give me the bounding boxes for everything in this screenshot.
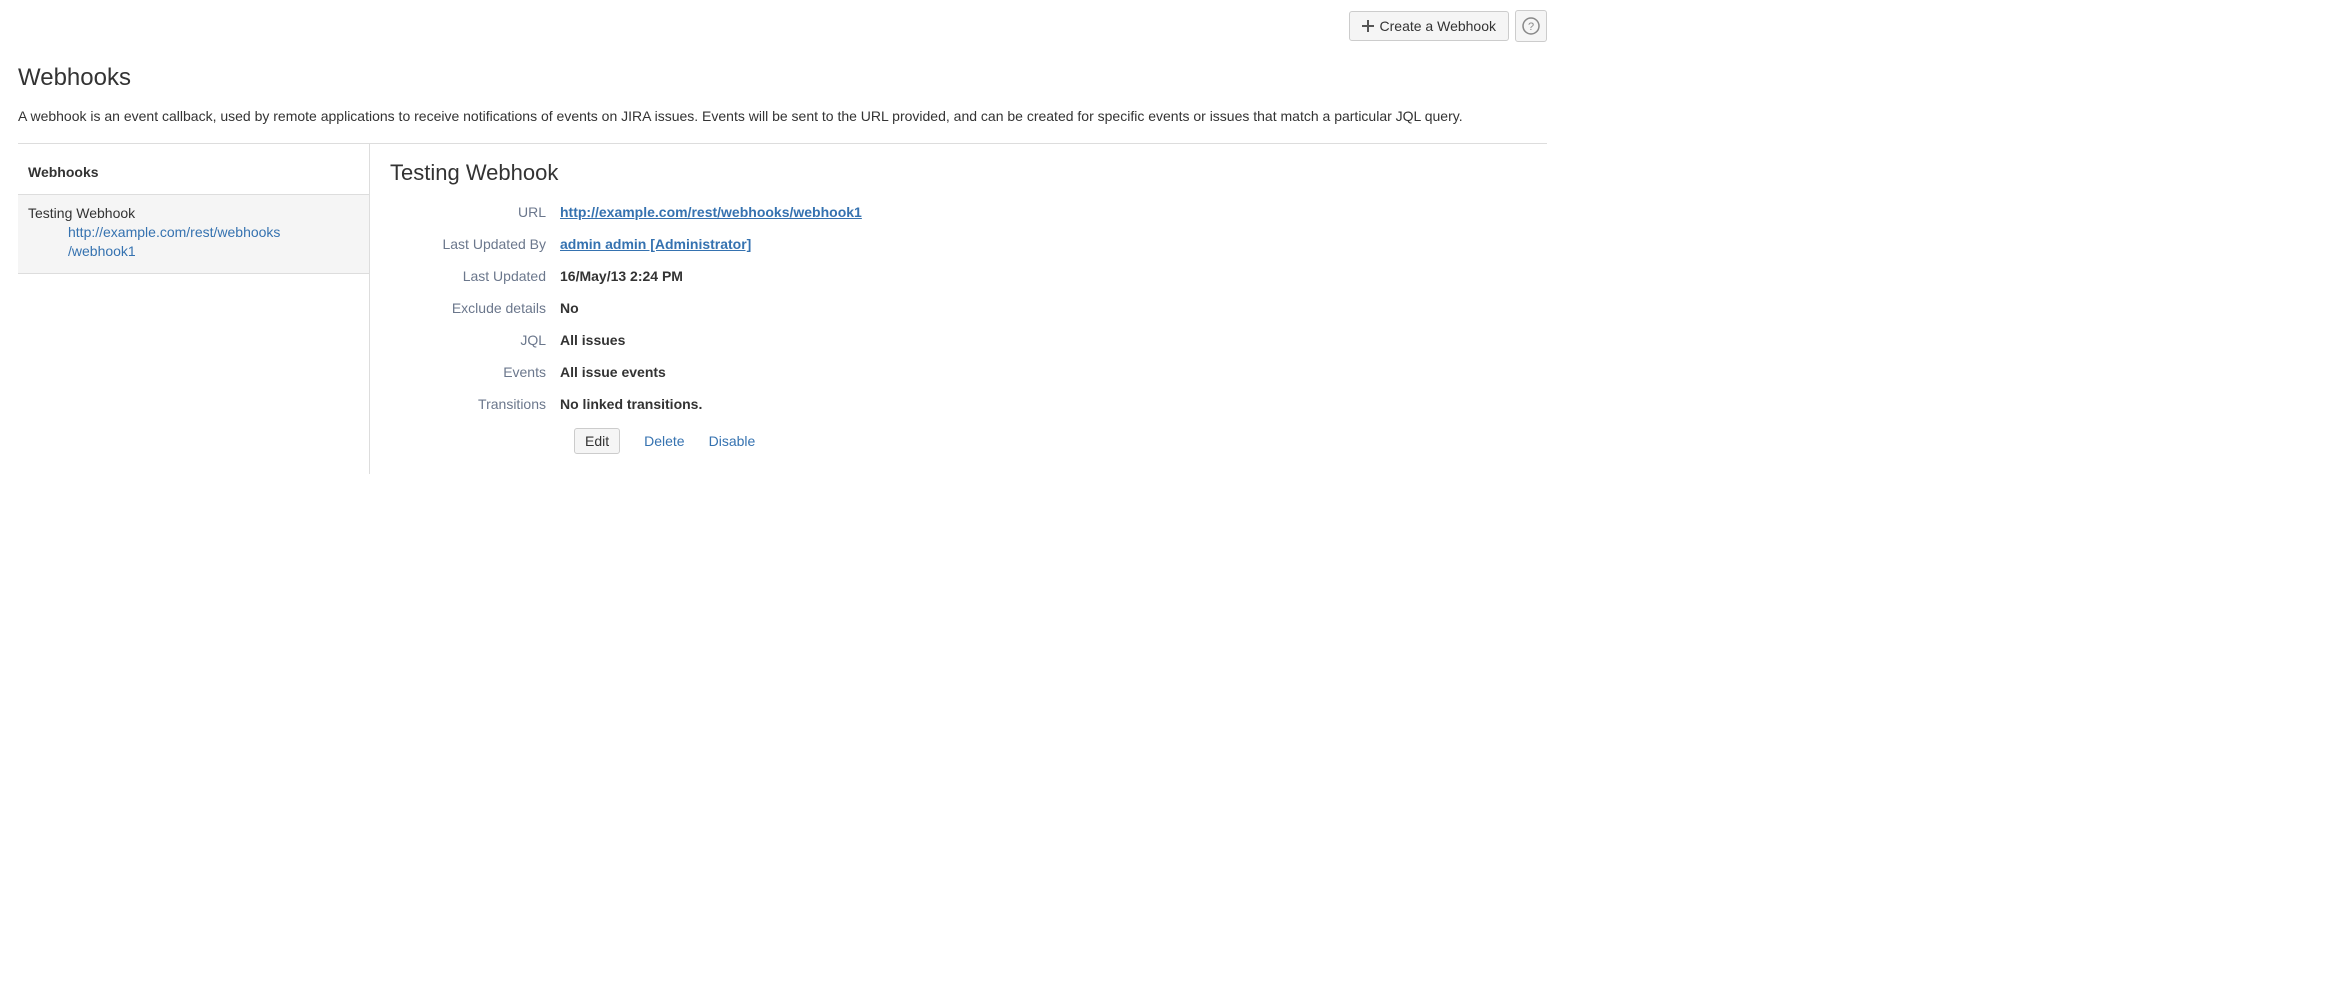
detail-row-updated-by: Last Updated By admin admin [Administrat… [390, 236, 1527, 252]
detail-label-exclude: Exclude details [390, 300, 560, 316]
detail-label-url: URL [390, 204, 560, 220]
page-description: A webhook is an event callback, used by … [18, 106, 1547, 127]
webhook-item-url: http://example.com/rest/webhooks /webhoo… [28, 223, 359, 261]
top-actions: Create a Webhook ? [18, 10, 1547, 42]
detail-value-jql: All issues [560, 332, 625, 348]
webhooks-list-pane: Webhooks Testing Webhook http://example.… [18, 144, 370, 474]
detail-title: Testing Webhook [390, 160, 1527, 186]
detail-row-url: URL http://example.com/rest/webhooks/web… [390, 204, 1527, 220]
svg-text:?: ? [1528, 21, 1534, 33]
page-title: Webhooks [18, 64, 1547, 92]
detail-value-exclude: No [560, 300, 579, 316]
detail-row-jql: JQL All issues [390, 332, 1527, 348]
detail-label-updated: Last Updated [390, 268, 560, 284]
plus-icon [1362, 20, 1374, 32]
delete-link[interactable]: Delete [644, 433, 684, 449]
detail-value-updated: 16/May/13 2:24 PM [560, 268, 683, 284]
disable-link[interactable]: Disable [709, 433, 756, 449]
detail-row-updated: Last Updated 16/May/13 2:24 PM [390, 268, 1527, 284]
webhook-list-item[interactable]: Testing Webhook http://example.com/rest/… [18, 195, 369, 274]
detail-value-transitions: No linked transitions. [560, 396, 702, 412]
webhook-detail-pane: Testing Webhook URL http://example.com/r… [370, 144, 1547, 474]
detail-actions: Edit Delete Disable [574, 428, 1527, 454]
detail-label-transitions: Transitions [390, 396, 560, 412]
edit-button[interactable]: Edit [574, 428, 620, 454]
detail-row-exclude: Exclude details No [390, 300, 1527, 316]
create-webhook-button[interactable]: Create a Webhook [1349, 11, 1509, 41]
help-icon: ? [1522, 17, 1540, 35]
webhook-item-url-line2: /webhook1 [68, 243, 136, 259]
detail-row-events: Events All issue events [390, 364, 1527, 380]
detail-value-url[interactable]: http://example.com/rest/webhooks/webhook… [560, 204, 862, 220]
detail-value-updated-by[interactable]: admin admin [Administrator] [560, 236, 751, 252]
detail-label-jql: JQL [390, 332, 560, 348]
detail-row-transitions: Transitions No linked transitions. [390, 396, 1527, 412]
help-button[interactable]: ? [1515, 10, 1547, 42]
webhook-item-title: Testing Webhook [28, 205, 359, 221]
detail-label-events: Events [390, 364, 560, 380]
detail-label-updated-by: Last Updated By [390, 236, 560, 252]
content-split: Webhooks Testing Webhook http://example.… [18, 143, 1547, 474]
create-webhook-label: Create a Webhook [1380, 18, 1496, 34]
webhook-item-url-line1: http://example.com/rest/webhooks [68, 224, 280, 240]
detail-value-events: All issue events [560, 364, 666, 380]
webhooks-list-header: Webhooks [18, 144, 369, 195]
